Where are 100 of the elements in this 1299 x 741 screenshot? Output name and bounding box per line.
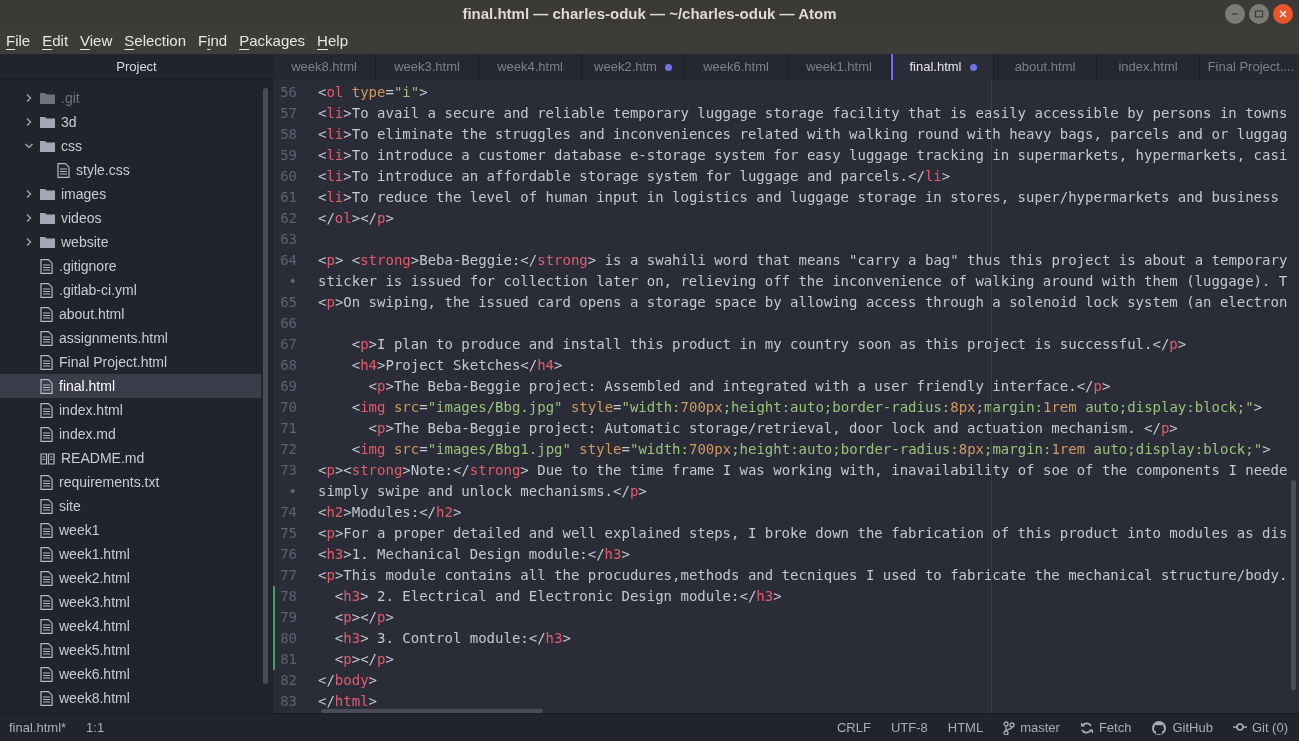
tree-item[interactable]: website: [0, 230, 261, 254]
file-icon: [57, 162, 70, 178]
code-line: <h3> 2. Electrical and Electronic Design module:</h3>: [333, 587, 782, 606]
file-name[interactable]: final.html*: [9, 717, 67, 738]
menu-item[interactable]: Edit: [42, 29, 69, 53]
chevron-right-icon: [24, 117, 34, 127]
tree-item[interactable]: week1.html: [0, 542, 261, 566]
menu-item[interactable]: Help: [317, 29, 348, 53]
code-line: <ol type="i">: [318, 83, 428, 102]
tree-item[interactable]: index.html: [0, 398, 261, 422]
file-name: site: [59, 496, 81, 516]
chevron-right-icon: [24, 237, 34, 247]
line-number: 59: [280, 147, 297, 163]
file-icon: [40, 594, 53, 610]
file-name: week8.html: [59, 688, 130, 708]
status-item[interactable]: master: [1020, 717, 1060, 738]
tree-item[interactable]: week6.html: [0, 662, 261, 686]
code-line: </html>: [318, 692, 377, 711]
tree-item[interactable]: .gitignore: [0, 254, 261, 278]
tree-item[interactable]: week5.html: [0, 638, 261, 662]
code-line: <img src="images/Bbg.jpg" style="width:700px;height:auto;border-radius:8px;margin:1rem auto;display:block;">: [350, 398, 1263, 417]
tree-item[interactable]: index.md: [0, 422, 261, 446]
tree-item[interactable]: videos: [0, 206, 261, 230]
file-icon: [40, 258, 53, 274]
tab[interactable]: final.html: [891, 54, 994, 80]
file-icon: [40, 354, 53, 370]
tree-item[interactable]: about.html: [0, 302, 261, 326]
folder-icon: [40, 188, 55, 200]
tree-item[interactable]: assignments.html: [0, 326, 261, 350]
line-number: 65: [280, 294, 297, 310]
line-number: 69: [280, 378, 297, 394]
scrollbar[interactable]: [321, 709, 543, 713]
code-line: <li>To introduce a customer database e-storage system for easy luggage tracking in supermarkets, hypermarkets, casi: [318, 146, 1288, 165]
menu-item[interactable]: File: [6, 29, 31, 53]
code-line: <p>The Beba-Beggie project: Assembled and integrated with a user friendly interface.</p>: [367, 377, 1111, 396]
menu-item[interactable]: Selection: [124, 29, 186, 53]
tree-item[interactable]: week1: [0, 518, 261, 542]
scrollbar[interactable]: [263, 88, 268, 684]
menu-item[interactable]: Find: [198, 29, 228, 53]
tab[interactable]: week6.html: [685, 54, 788, 80]
tree-item[interactable]: week8.html: [0, 686, 261, 710]
file-icon: [40, 306, 53, 322]
file-name: .gitignore: [59, 256, 117, 276]
tree-item[interactable]: Final Project.html: [0, 350, 261, 374]
status-item[interactable]: GitHub: [1172, 717, 1213, 738]
minimize-button[interactable]: [1225, 4, 1245, 24]
tree-item[interactable]: final.html: [0, 374, 261, 398]
book-icon: [40, 451, 55, 465]
tab[interactable]: week2.htm: [582, 54, 685, 80]
status-item[interactable]: Fetch: [1098, 717, 1132, 738]
tab[interactable]: week4.html: [479, 54, 582, 80]
menu-item[interactable]: View: [80, 29, 113, 53]
folder-icon: [40, 140, 55, 152]
window-title: final.html — charles-oduk — ~/charles-oduk — Atom: [462, 3, 837, 24]
tab[interactable]: week3.html: [376, 54, 479, 80]
code-line: simply swipe and unlock mechanisms.</p>: [318, 482, 647, 501]
status-item[interactable]: UTF-8: [890, 717, 928, 738]
file-icon: [40, 618, 53, 634]
status-item[interactable]: CRLF: [836, 717, 871, 738]
tree-item[interactable]: images: [0, 182, 261, 206]
tree-item[interactable]: week2.html: [0, 566, 261, 590]
file-name: index.html: [59, 400, 123, 420]
sync-icon: [1079, 720, 1094, 735]
tab[interactable]: index.html: [1097, 54, 1200, 80]
chevron-right-icon: [24, 189, 34, 199]
tree-item[interactable]: week4.html: [0, 614, 261, 638]
tree-item[interactable]: requirements.txt: [0, 470, 261, 494]
code-line: <p> <strong>Beba-Beggie:</strong> is a swahili word that means "carry a bag" thus this project is about a temporary: [318, 251, 1288, 270]
file-name: images: [61, 184, 107, 204]
status-item[interactable]: HTML: [947, 717, 984, 738]
file-name: website: [61, 232, 109, 252]
maximize-icon: [1254, 9, 1264, 19]
code-line: <p>The Beba-Beggie project: Automatic storage/retrieval, door lock and actuation mechanism. </p>: [367, 419, 1178, 438]
file-icon: [40, 378, 53, 394]
line-number: 58: [280, 126, 297, 142]
line-number: 60: [280, 168, 297, 184]
file-icon: [40, 498, 53, 514]
tree-item[interactable]: week3.html: [0, 590, 261, 614]
tree-item[interactable]: README.md: [0, 446, 261, 470]
menu-item[interactable]: Packages: [239, 29, 306, 53]
tab[interactable]: week1.html: [788, 54, 891, 80]
close-button[interactable]: [1273, 4, 1293, 24]
tree-item[interactable]: css: [0, 134, 261, 158]
line-number: 66: [280, 315, 297, 331]
file-icon: [40, 570, 53, 586]
scrollbar[interactable]: [1291, 480, 1296, 690]
cursor-position[interactable]: 1:1: [86, 717, 105, 738]
modified-dot-icon: [664, 63, 672, 71]
status-item[interactable]: Git (0): [1251, 717, 1288, 738]
line-number: 63: [280, 231, 297, 247]
tree-item[interactable]: 3d: [0, 110, 261, 134]
code-line: <p>On swiping, the issued card opens a storage space by allowing access through a solenoid lock system (an electron: [318, 293, 1288, 312]
file-name: final.html: [59, 376, 116, 396]
tree-item[interactable]: style.css: [0, 158, 261, 182]
tab[interactable]: Final Project....: [1200, 54, 1299, 80]
code-line: <p></p>: [333, 650, 394, 669]
tree-item[interactable]: site: [0, 494, 261, 518]
tab[interactable]: week8.html: [273, 54, 376, 80]
tab[interactable]: about.html: [994, 54, 1097, 80]
tree-item[interactable]: .gitlab-ci.yml: [0, 278, 261, 302]
